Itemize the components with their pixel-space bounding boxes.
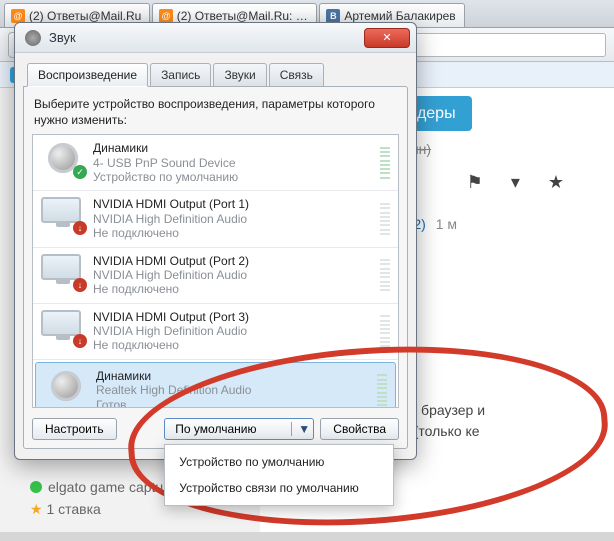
set-default-label: По умолчанию <box>175 422 256 436</box>
device-desc: NVIDIA High Definition Audio <box>93 268 372 282</box>
device-info: NVIDIA HDMI Output (Port 1)NVIDIA High D… <box>93 197 372 240</box>
level-bars-icon <box>377 374 387 406</box>
device-desc: 4- USB PnP Sound Device <box>93 156 372 170</box>
dialog-title: Звук <box>49 30 356 45</box>
chevron-down-icon[interactable]: ▼ <box>291 422 307 436</box>
device-info: NVIDIA HDMI Output (Port 2)NVIDIA High D… <box>93 254 372 297</box>
star-icon[interactable]: ★ <box>548 169 564 195</box>
favicon-vk-icon: В <box>326 9 340 23</box>
device-name: NVIDIA HDMI Output (Port 3) <box>93 310 372 324</box>
device-list[interactable]: ✓Динамики4- USB PnP Sound DeviceУстройст… <box>32 134 399 408</box>
device-name: Динамики <box>96 369 369 383</box>
instruction-text: Выберите устройство воспроизведения, пар… <box>34 97 397 128</box>
bookmark-icon[interactable]: ⚑ <box>467 169 483 195</box>
device-state: Готов <box>96 398 369 409</box>
menu-item-default-comm-device[interactable]: Устройство связи по умолчанию <box>165 475 393 501</box>
device-info: ДинамикиRealtek High Definition AudioГот… <box>96 369 369 408</box>
dialog-tabs: Воспроизведение Запись Звуки Связь <box>23 59 408 87</box>
device-info: Динамики4- USB PnP Sound DeviceУстройств… <box>93 141 372 184</box>
device-name: NVIDIA HDMI Output (Port 2) <box>93 254 372 268</box>
down-badge-icon: ↓ <box>73 334 87 348</box>
monitor-icon: ↓ <box>41 310 85 346</box>
device-state: Устройство по умолчанию <box>93 170 372 184</box>
tab-playback[interactable]: Воспроизведение <box>27 63 148 87</box>
tab-label: Артемий Балакирев <box>344 9 455 23</box>
level-bars-icon <box>380 147 390 179</box>
device-name: Динамики <box>93 141 372 155</box>
down-badge-icon: ↓ <box>73 278 87 292</box>
answerer-time: 1 м <box>436 216 457 232</box>
star-icon: ★ <box>30 501 43 517</box>
configure-button[interactable]: Настроить <box>32 418 117 440</box>
dialog-titlebar[interactable]: Звук ✕ <box>15 23 416 53</box>
favicon-mail-icon: @ <box>159 9 172 23</box>
monitor-icon: ↓ <box>41 254 85 290</box>
down-badge-icon: ↓ <box>73 221 87 235</box>
device-row[interactable]: ↓ NVIDIA HDMI Output (Port 3)NVIDIA High … <box>33 304 398 360</box>
speaker-icon <box>25 30 41 46</box>
device-row[interactable]: ↓ NVIDIA HDMI Output (Port 2)NVIDIA High … <box>33 248 398 304</box>
check-badge-icon: ✓ <box>73 165 87 179</box>
device-row[interactable]: ↓ NVIDIA HDMI Output (Port 1)NVIDIA High … <box>33 191 398 247</box>
device-state: Не подключено <box>93 282 372 296</box>
favicon-mail-icon: @ <box>11 9 25 23</box>
level-bars-icon <box>380 203 390 235</box>
device-name: NVIDIA HDMI Output (Port 1) <box>93 197 372 211</box>
close-button[interactable]: ✕ <box>364 28 410 48</box>
tab-communication[interactable]: Связь <box>269 63 324 87</box>
flag-icon[interactable]: ▾ <box>511 169 520 195</box>
properties-button[interactable]: Свойства <box>320 418 399 440</box>
device-desc: Realtek High Definition Audio <box>96 383 369 397</box>
tab-pane-playback: Выберите устройство воспроизведения, пар… <box>23 86 408 449</box>
device-state: Не подключено <box>93 226 372 240</box>
online-dot-icon <box>30 481 42 493</box>
device-row[interactable]: ДинамикиRealtek High Definition AudioГот… <box>35 362 396 408</box>
monitor-icon: ↓ <box>41 197 85 233</box>
set-default-button[interactable]: По умолчанию ▼ <box>164 418 314 440</box>
device-row[interactable]: ✓ Динамики4- USB PnP Sound DeviceУстройст… <box>33 135 398 191</box>
tab-sounds[interactable]: Звуки <box>213 63 266 87</box>
device-desc: NVIDIA High Definition Audio <box>93 212 372 226</box>
tab-label: (2) Ответы@Mail.Ru <box>29 9 141 23</box>
speaker-icon: ✓ <box>41 141 85 177</box>
sound-dialog: Звук ✕ Воспроизведение Запись Звуки Связ… <box>14 22 417 460</box>
device-desc: NVIDIA High Definition Audio <box>93 324 372 338</box>
level-bars-icon <box>380 315 390 347</box>
speaker-icon <box>44 369 88 405</box>
tab-label: (2) Ответы@Mail.Ru: 3… <box>177 9 309 23</box>
dialog-body: Воспроизведение Запись Звуки Связь Выбер… <box>15 53 416 457</box>
device-info: NVIDIA HDMI Output (Port 3)NVIDIA High D… <box>93 310 372 353</box>
menu-item-default-device[interactable]: Устройство по умолчанию <box>165 449 393 475</box>
bet-text: 1 ставка <box>46 501 100 517</box>
tab-recording[interactable]: Запись <box>150 63 211 87</box>
level-bars-icon <box>380 259 390 291</box>
close-icon: ✕ <box>382 31 391 44</box>
default-dropdown-menu: Устройство по умолчанию Устройство связи… <box>164 444 394 506</box>
device-state: Не подключено <box>93 338 372 352</box>
button-row: Настроить По умолчанию ▼ Устройство по у… <box>32 418 399 440</box>
